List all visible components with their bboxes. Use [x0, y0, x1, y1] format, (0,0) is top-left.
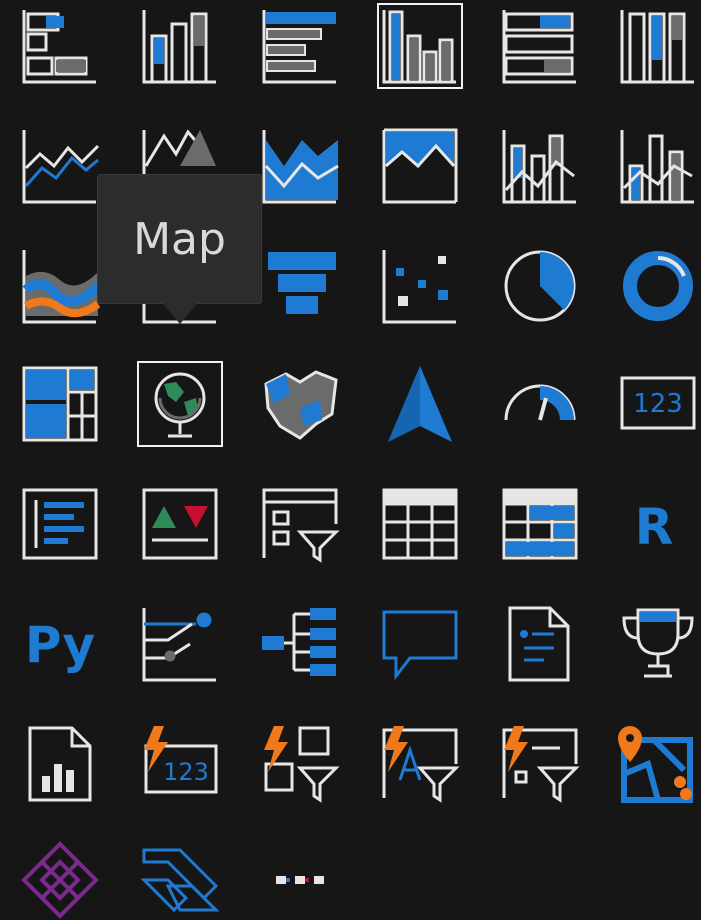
arcgis-map-icon[interactable] — [614, 724, 694, 804]
slicer-new-icon[interactable] — [260, 724, 340, 804]
power-automate-icon[interactable] — [140, 840, 220, 920]
filled-map-icon[interactable] — [260, 364, 340, 444]
map-tooltip: Map — [97, 174, 262, 304]
goals-icon[interactable] — [618, 604, 698, 684]
line-and-clustered-column-chart-icon[interactable] — [618, 126, 698, 206]
slicer-icon[interactable] — [260, 484, 340, 564]
100-percent-stacked-bar-chart-icon[interactable] — [500, 6, 580, 86]
card-icon[interactable]: 123 — [618, 364, 698, 444]
kpi-icon[interactable] — [140, 484, 220, 564]
100-percent-stacked-area-chart-icon[interactable] — [380, 126, 460, 206]
table-icon[interactable] — [380, 484, 460, 564]
card-new-icon[interactable]: 123 — [140, 724, 220, 804]
pie-chart-icon[interactable] — [500, 246, 580, 326]
paginated-report-icon[interactable] — [20, 724, 100, 804]
treemap-icon[interactable] — [20, 364, 100, 444]
card-new-number-label: 123 — [163, 758, 209, 786]
decomposition-tree-icon[interactable] — [260, 604, 340, 684]
clustered-bar-chart-icon[interactable] — [260, 6, 340, 86]
stacked-column-chart-icon[interactable] — [140, 6, 220, 86]
power-apps-icon[interactable] — [20, 840, 100, 920]
donut-chart-icon[interactable] — [618, 246, 698, 326]
azure-map-icon[interactable] — [380, 364, 460, 444]
stacked-bar-chart-icon[interactable] — [20, 6, 100, 86]
map-icon[interactable] — [137, 361, 223, 447]
card-number-label: 123 — [633, 389, 683, 419]
ribbon-chart-icon[interactable] — [20, 246, 100, 326]
r-script-visual-icon[interactable]: R — [618, 484, 698, 564]
smart-narrative-icon[interactable] — [500, 604, 580, 684]
tooltip-arrow — [162, 302, 198, 324]
clustered-column-chart-icon[interactable] — [377, 3, 463, 89]
line-chart-icon[interactable] — [20, 126, 100, 206]
matrix-icon[interactable] — [500, 484, 580, 564]
tooltip-label: Map — [133, 213, 226, 265]
py-label: Py — [25, 616, 95, 674]
q-and-a-icon[interactable] — [380, 604, 460, 684]
r-label: R — [635, 498, 674, 556]
list-slicer-icon[interactable] — [500, 724, 580, 804]
more-visuals-icon[interactable] — [260, 840, 340, 920]
key-influencers-icon[interactable] — [140, 604, 220, 684]
multi-row-card-icon[interactable] — [20, 484, 100, 564]
line-and-stacked-column-chart-icon[interactable] — [500, 126, 580, 206]
text-slicer-icon[interactable] — [380, 724, 460, 804]
funnel-chart-icon[interactable] — [260, 246, 340, 326]
scatter-chart-icon[interactable] — [380, 246, 460, 326]
python-visual-icon[interactable]: Py — [20, 604, 100, 684]
stacked-area-chart-icon[interactable] — [260, 126, 340, 206]
100-percent-stacked-column-chart-icon[interactable] — [618, 6, 698, 86]
gauge-icon[interactable] — [500, 364, 580, 444]
